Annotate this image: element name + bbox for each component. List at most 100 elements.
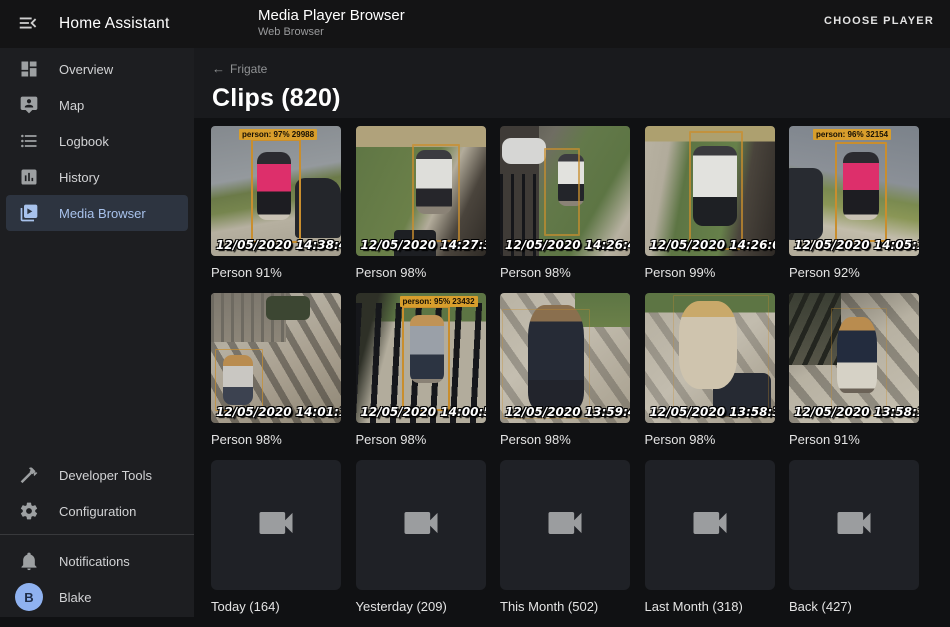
clips-grid: person: 97% 29988 12/05/2020 14:38:47 Pe… xyxy=(211,126,919,627)
media-browser-icon xyxy=(19,203,39,223)
folder-item[interactable]: Today (164) xyxy=(211,460,341,627)
clip-caption: Person 92% xyxy=(789,256,919,293)
folder-card[interactable] xyxy=(356,460,486,590)
timestamp-overlay: 12/05/2020 13:59:49 xyxy=(505,405,630,419)
menu-toggle-button[interactable] xyxy=(17,12,41,36)
sidebar-item-label: Media Browser xyxy=(59,206,146,221)
clip-caption: Person 99% xyxy=(645,256,775,293)
page-title: Media Player Browser xyxy=(258,7,405,24)
folder-item[interactable]: Last Month (318) xyxy=(645,460,775,627)
folder-item[interactable]: This Month (502) xyxy=(500,460,630,627)
timestamp-overlay: 12/05/2020 14:27:35 xyxy=(361,238,486,252)
bell-icon xyxy=(19,551,39,571)
folder-item[interactable]: Yesterday (209) xyxy=(356,460,486,627)
clip-thumbnail[interactable]: 12/05/2020 14:26:07 Person 99% xyxy=(645,126,775,293)
sidebar-item-configuration[interactable]: Configuration xyxy=(6,493,188,529)
developer-tools-icon xyxy=(19,465,39,485)
detection-bounding-box xyxy=(502,309,590,419)
detection-bounding-box xyxy=(835,142,887,242)
sidebar-item-label: History xyxy=(59,170,99,185)
clip-thumbnail[interactable]: person: 96% 32154 12/05/2020 14:05:17 Pe… xyxy=(789,126,919,293)
clip-caption: Person 98% xyxy=(356,423,486,460)
clip-caption: Person 98% xyxy=(645,423,775,460)
clip-thumbnail[interactable]: 12/05/2020 14:01:14 Person 98% xyxy=(211,293,341,460)
scene-object xyxy=(502,138,546,164)
sidebar-item-logbook[interactable]: Logbook xyxy=(6,123,188,159)
timestamp-overlay: 12/05/2020 13:58:30 xyxy=(650,405,775,419)
clip-thumbnail[interactable]: person: 95% 23432 12/05/2020 14:00:52 Pe… xyxy=(356,293,486,460)
section-title: Clips (820) xyxy=(212,84,950,113)
content-header: ← Frigate Clips (820) xyxy=(194,48,950,118)
detection-bounding-box xyxy=(689,131,743,250)
sidebar-profile[interactable]: B Blake xyxy=(6,579,188,615)
video-camera-icon xyxy=(399,501,443,550)
detection-label: person: 97% 29988 xyxy=(239,129,317,140)
folder-card[interactable] xyxy=(645,460,775,590)
sidebar-notifications-nav: Notifications xyxy=(0,540,194,579)
avatar[interactable]: B xyxy=(15,583,43,611)
sidebar: Overview Map Logbook History Media Browser D… xyxy=(0,48,194,617)
sidebar-item-map[interactable]: Map xyxy=(6,87,188,123)
sidebar-item-label: Notifications xyxy=(59,554,130,569)
timestamp-overlay: 12/05/2020 14:38:47 xyxy=(216,238,341,252)
folder-card[interactable] xyxy=(789,460,919,590)
thumbnail-image: 12/05/2020 14:27:35 xyxy=(356,126,486,256)
app-header: Home Assistant Media Player Browser Web … xyxy=(0,0,950,48)
clip-thumbnail[interactable]: 12/05/2020 13:58:17 Person 91% xyxy=(789,293,919,460)
sidebar-item-label: Logbook xyxy=(59,134,109,149)
page-subtitle: Web Browser xyxy=(258,26,405,38)
clip-thumbnail[interactable]: 12/05/2020 13:59:49 Person 98% xyxy=(500,293,630,460)
logbook-icon xyxy=(19,131,39,151)
clip-caption: Person 91% xyxy=(789,423,919,460)
main-content: ← Frigate Clips (820) person: 97% 29988 … xyxy=(194,48,950,617)
folder-label: This Month (502) xyxy=(500,590,630,627)
sidebar-item-label: Map xyxy=(59,98,84,113)
menu-open-icon xyxy=(17,21,39,38)
sidebar-item-label: Developer Tools xyxy=(59,468,152,483)
thumbnail-image: 12/05/2020 14:01:14 xyxy=(211,293,341,423)
video-camera-icon xyxy=(254,501,298,550)
clip-thumbnail[interactable]: 12/05/2020 13:58:30 Person 98% xyxy=(645,293,775,460)
choose-player-button[interactable]: CHOOSE PLAYER xyxy=(824,15,934,27)
detection-bounding-box xyxy=(673,295,769,417)
thumbnail-image: person: 97% 29988 12/05/2020 14:38:47 xyxy=(211,126,341,256)
sidebar-item-overview[interactable]: Overview xyxy=(6,51,188,87)
clip-thumbnail[interactable]: 12/05/2020 14:27:35 Person 98% xyxy=(356,126,486,293)
clip-caption: Person 98% xyxy=(356,256,486,293)
video-camera-icon xyxy=(688,501,732,550)
video-camera-icon xyxy=(832,501,876,550)
folder-card[interactable] xyxy=(211,460,341,590)
sidebar-item-developer-tools[interactable]: Developer Tools xyxy=(6,457,188,493)
configuration-icon xyxy=(19,501,39,521)
clip-caption: Person 98% xyxy=(500,423,630,460)
timestamp-overlay: 12/05/2020 14:01:14 xyxy=(216,405,341,419)
sidebar-item-history[interactable]: History xyxy=(6,159,188,195)
thumbnail-image: 12/05/2020 13:58:30 xyxy=(645,293,775,423)
video-camera-icon xyxy=(543,501,587,550)
sidebar-item-notifications[interactable]: Notifications xyxy=(6,543,188,579)
timestamp-overlay: 12/05/2020 14:00:52 xyxy=(361,405,486,419)
detection-label: person: 95% 23432 xyxy=(400,296,478,307)
detection-bounding-box xyxy=(831,308,887,416)
thumbnail-image: 12/05/2020 14:26:48 xyxy=(500,126,630,256)
clip-thumbnail[interactable]: person: 97% 29988 12/05/2020 14:38:47 Pe… xyxy=(211,126,341,293)
back-arrow-icon: ← xyxy=(212,61,225,76)
sidebar-item-media-browser[interactable]: Media Browser xyxy=(6,195,188,231)
scene-object xyxy=(789,168,823,240)
back-link[interactable]: ← Frigate xyxy=(212,61,267,76)
sidebar-bottom: Developer Tools Configuration Notificatio… xyxy=(0,454,194,615)
sidebar-item-label: Configuration xyxy=(59,504,136,519)
detection-bounding-box xyxy=(544,148,580,236)
dashboard-icon xyxy=(19,59,39,79)
folder-card[interactable] xyxy=(500,460,630,590)
app-name: Home Assistant xyxy=(59,15,169,33)
folder-label: Yesterday (209) xyxy=(356,590,486,627)
history-icon xyxy=(19,167,39,187)
sidebar-footer-nav: Developer Tools Configuration xyxy=(0,454,194,529)
clip-thumbnail[interactable]: 12/05/2020 14:26:48 Person 98% xyxy=(500,126,630,293)
folder-item[interactable]: Back (427) xyxy=(789,460,919,627)
sidebar-divider xyxy=(0,534,194,535)
timestamp-overlay: 12/05/2020 14:05:17 xyxy=(794,238,919,252)
thumbnail-image: 12/05/2020 13:58:17 xyxy=(789,293,919,423)
detection-bounding-box xyxy=(215,349,263,411)
